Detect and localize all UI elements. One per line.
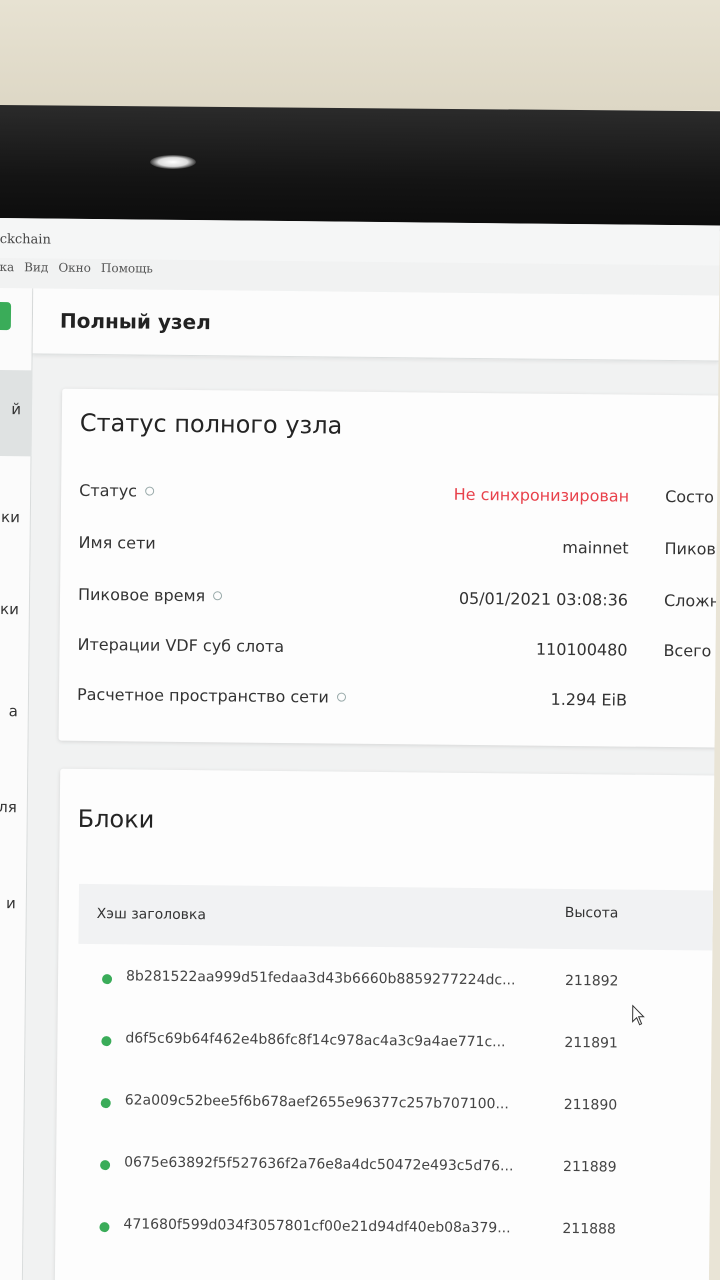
- page-header: Полный узел: [32, 288, 720, 362]
- menu-item-window[interactable]: Окно: [58, 261, 91, 283]
- peak-time-label: Пиковое время: [78, 585, 223, 606]
- menu-item-help[interactable]: Помощь: [101, 261, 153, 284]
- block-hash: 0675e63892f5f527636f2a76e8a4dc50472e493c…: [124, 1154, 514, 1175]
- light-glare: [150, 155, 196, 169]
- peak-time-row: Пиковое время 05/01/2021 03:08:36: [78, 585, 638, 621]
- app-logo: [0, 301, 12, 331]
- sidebar-item-label: и: [5, 894, 16, 913]
- block-hash: d6f5c69b64f462e4b86fc8f14c978ac4a3c9a4ae…: [125, 1030, 506, 1051]
- column-header-height: Высота: [564, 904, 619, 922]
- status-value: Не синхронизирован: [453, 484, 630, 506]
- block-hash: 471680f599d034f3057801cf00e21d94df40eb08…: [123, 1216, 511, 1237]
- network-space-row: Расчетное пространство сети 1.294 EiB: [77, 685, 637, 721]
- peak-time-value: 05/01/2021 03:08:36: [458, 588, 629, 610]
- state-label: Состо: [665, 486, 715, 507]
- block-height: 211890: [563, 1096, 618, 1114]
- column-header-hash: Хэш заголовка: [96, 906, 207, 924]
- block-hash: 62a009c52bee5f6b678aef2655e96377c257b707…: [124, 1092, 509, 1113]
- sidebar-item-label: ки: [0, 508, 20, 527]
- block-height: 211889: [563, 1158, 617, 1176]
- vdf-iterations-row: Итерации VDF суб слота 110100480: [77, 635, 637, 671]
- table-row[interactable]: 8b281522aa999d51fedaa3d43b6660b885927722…: [78, 949, 720, 1018]
- blocks-card-title: Блоки: [77, 804, 155, 834]
- blocks-table-header: Хэш заголовка Высота: [78, 883, 720, 951]
- synced-dot-icon: [101, 1036, 112, 1047]
- status-row: Статус Не синхронизирован: [79, 481, 639, 517]
- network-name-row: Имя сети mainnet: [78, 533, 638, 569]
- page-title: Полный узел: [59, 308, 211, 335]
- blocks-card: Блоки Хэш заголовка Высота 8b281522aa999…: [54, 768, 720, 1280]
- mouse-cursor-icon: [632, 1004, 645, 1026]
- sidebar-item-label: а: [8, 702, 18, 721]
- peak-height-label: Пиков: [664, 538, 716, 559]
- sidebar-item-plots[interactable]: ки: [0, 600, 30, 618]
- block-hash: 8b281522aa999d51fedaa3d43b6660b885927722…: [125, 968, 516, 989]
- window-title: ckchain: [0, 231, 51, 248]
- table-row[interactable]: 0675e63892f5f527636f2a76e8a4dc50472e493c…: [76, 1135, 720, 1204]
- menu-item-view[interactable]: Вид: [24, 260, 48, 282]
- sidebar-item-wallets[interactable]: ки: [0, 508, 31, 526]
- monitor-bezel: [0, 105, 720, 232]
- network-name-label: Имя сети: [78, 532, 156, 553]
- synced-dot-icon: [100, 1160, 111, 1171]
- table-row[interactable]: d6f5c69b64f462e4b86fc8f14c978ac4a3c9a4ae…: [77, 1011, 720, 1080]
- vdf-iterations-value: 110100480: [535, 639, 628, 660]
- sidebar-item-farm[interactable]: а: [0, 702, 29, 720]
- block-height: 211888: [562, 1220, 616, 1238]
- network-name-value: mainnet: [562, 537, 629, 558]
- synced-dot-icon: [99, 1222, 110, 1233]
- synced-dot-icon: [101, 974, 113, 985]
- status-card-title: Статус полного узла: [79, 408, 343, 440]
- sidebar: й ки ки а ля и: [0, 287, 34, 1280]
- sidebar-item-label: й: [11, 400, 22, 419]
- network-space-label: Расчетное пространство сети: [77, 685, 346, 707]
- info-icon[interactable]: [213, 591, 223, 601]
- difficulty-label: Сложн: [663, 590, 720, 611]
- title-bar: ckchain: [0, 218, 720, 266]
- menu-bar: ка Вид Окно Помощь: [0, 260, 153, 284]
- full-node-status-card: Статус полного узла Статус Не синхронизи…: [58, 388, 720, 748]
- sidebar-item-label: ки: [0, 600, 19, 619]
- block-height: 211891: [564, 1034, 618, 1052]
- sidebar-item-pool[interactable]: ля: [0, 798, 28, 816]
- network-space-value: 1.294 EiB: [550, 689, 628, 710]
- table-row[interactable]: 62a009c52bee5f6b678aef2655e96377c257b707…: [76, 1073, 720, 1142]
- info-icon[interactable]: [336, 692, 346, 702]
- status-label: Статус: [79, 481, 155, 501]
- vdf-iterations-label: Итерации VDF суб слота: [77, 634, 285, 656]
- total-iterations-label: Всего: [663, 640, 712, 661]
- app-window: ckchain ка Вид Окно Помощь й ки ки а ля …: [0, 218, 720, 1280]
- block-height: 211892: [564, 972, 619, 990]
- sidebar-item-label: ля: [0, 798, 17, 817]
- info-icon[interactable]: [144, 486, 155, 496]
- table-row[interactable]: 471680f599d034f3057801cf00e21d94df40eb08…: [75, 1197, 720, 1266]
- menu-item-file[interactable]: ка: [0, 260, 14, 282]
- wall-background: [0, 0, 720, 110]
- sidebar-item-full-node[interactable]: й: [0, 369, 33, 457]
- sidebar-item-settings[interactable]: и: [0, 894, 27, 912]
- synced-dot-icon: [100, 1098, 111, 1109]
